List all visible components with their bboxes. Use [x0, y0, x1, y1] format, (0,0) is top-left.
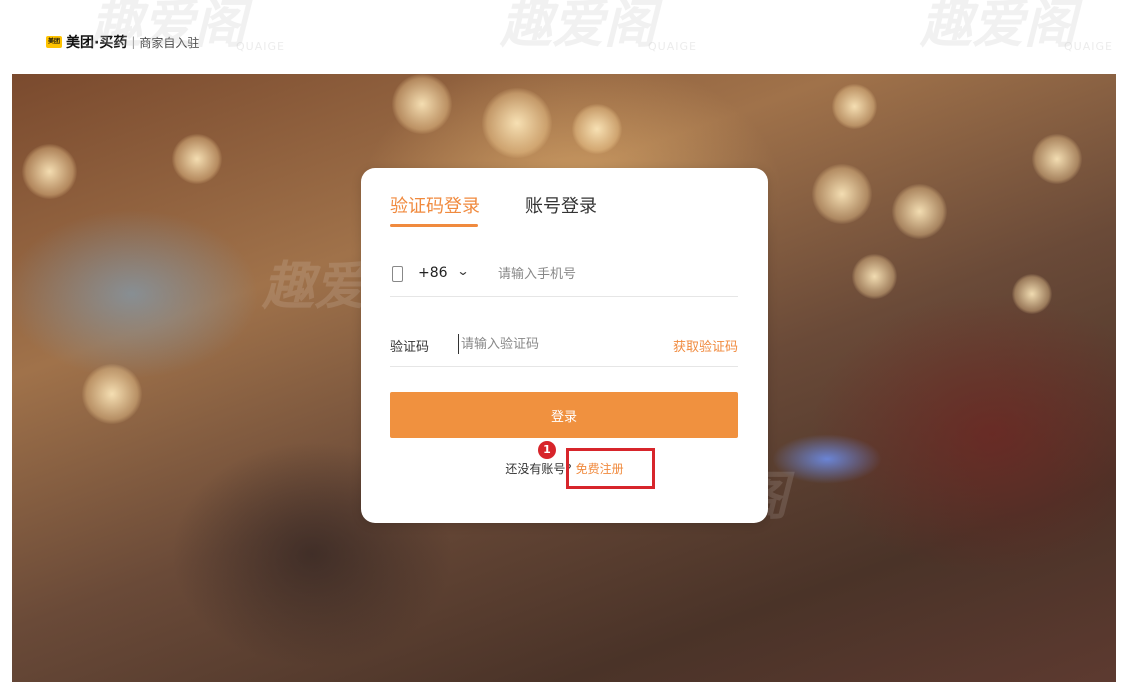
bokeh-light — [392, 74, 452, 134]
watermark: 趣爱阁 — [500, 0, 657, 55]
annotation-highlight-box — [566, 448, 655, 489]
bokeh-light — [1012, 274, 1052, 314]
code-row: 验证码 获取验证码 — [390, 322, 738, 367]
login-card: 验证码登录 账号登录 +86 ⌄ 验证码 获取验证码 登录 还没有账号? 免费注… — [361, 168, 768, 523]
bokeh-light — [772, 434, 882, 484]
step-number-badge: 1 — [538, 441, 556, 459]
bokeh-light — [832, 84, 877, 129]
bokeh-light — [892, 184, 947, 239]
watermark-sub: QUAIGE — [1064, 40, 1113, 53]
brand-separator: | — [131, 35, 136, 49]
brand-name: 美团·买药 — [66, 35, 128, 51]
page: 美团 美团·买药 | 商家自入驻 趣爱阁 QUAIGE 趣爱阁 QUAIGE 趣… — [0, 0, 1121, 698]
bokeh-light — [22, 144, 77, 199]
bokeh-light — [82, 364, 142, 424]
brand-subtitle: 商家自入驻 — [139, 35, 200, 50]
phone-input[interactable] — [498, 264, 728, 284]
tab-sms-login[interactable]: 验证码登录 — [390, 192, 480, 218]
bokeh-light — [1032, 134, 1082, 184]
phone-row: +86 ⌄ — [390, 252, 738, 297]
bokeh-light — [172, 134, 222, 184]
mobile-phone-icon — [392, 266, 403, 282]
bokeh-light — [572, 104, 622, 154]
signup-line: 还没有账号? 免费注册 — [361, 460, 768, 477]
watermark-sub: QUAIGE — [648, 40, 697, 53]
chevron-down-icon[interactable]: ⌄ — [456, 264, 469, 278]
bokeh-light — [812, 164, 872, 224]
bokeh-light — [482, 88, 552, 158]
bokeh-light — [852, 254, 897, 299]
watermark-sub: QUAIGE — [236, 40, 285, 53]
active-tab-indicator — [390, 224, 478, 227]
brand[interactable]: 美团 美团·买药 | 商家自入驻 — [46, 34, 200, 51]
get-code-link[interactable]: 获取验证码 — [673, 336, 738, 355]
watermark: 趣爱阁 — [920, 0, 1077, 55]
country-code[interactable]: +86 — [418, 265, 448, 281]
signup-prompt: 还没有账号? — [505, 462, 572, 476]
meituan-logo-icon: 美团 — [46, 36, 62, 48]
login-button[interactable]: 登录 — [390, 392, 738, 438]
top-header: 美团 美团·买药 | 商家自入驻 趣爱阁 QUAIGE 趣爱阁 QUAIGE 趣… — [0, 0, 1121, 72]
code-input[interactable] — [458, 334, 651, 354]
code-label: 验证码 — [390, 340, 430, 355]
tab-account-login[interactable]: 账号登录 — [525, 192, 597, 218]
